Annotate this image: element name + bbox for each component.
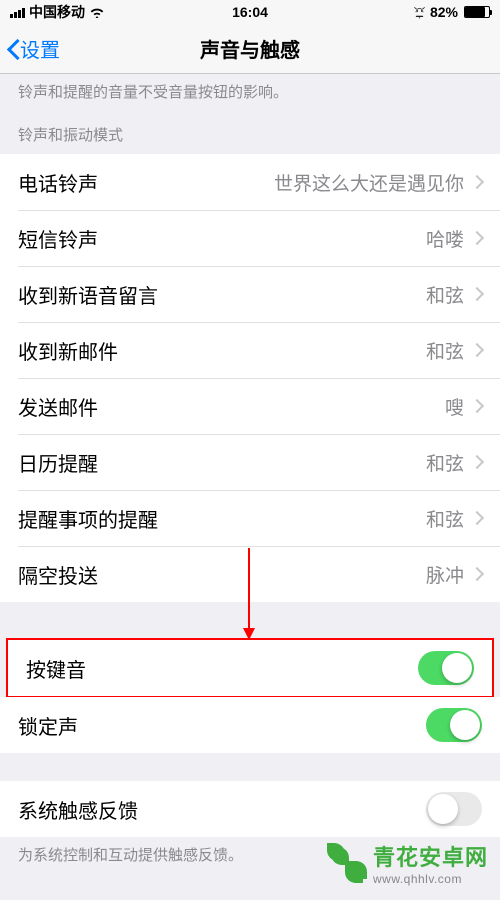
row-label: 提醒事项的提醒 bbox=[18, 504, 426, 533]
chevron-right-icon bbox=[470, 343, 484, 357]
watermark-title: 青花安卓网 bbox=[373, 840, 488, 872]
row-label: 短信铃声 bbox=[18, 224, 426, 253]
chevron-right-icon bbox=[470, 231, 484, 245]
group-sounds: 电话铃声 世界这么大还是遇见你 短信铃声 哈喽 收到新语音留言 和弦 收到新邮件… bbox=[0, 154, 500, 602]
row-label: 锁定声 bbox=[18, 711, 426, 740]
row-text-tone[interactable]: 短信铃声 哈喽 bbox=[0, 210, 500, 266]
status-bar: 中国移动 16:04 82% bbox=[0, 0, 500, 24]
wifi-icon bbox=[89, 6, 105, 18]
row-value: 嗖 bbox=[445, 393, 464, 420]
row-label: 日历提醒 bbox=[18, 448, 426, 477]
signal-icon bbox=[10, 7, 25, 18]
row-reminders[interactable]: 提醒事项的提醒 和弦 bbox=[0, 490, 500, 546]
toggle-lock-sound[interactable] bbox=[426, 708, 482, 742]
row-value: 和弦 bbox=[426, 505, 464, 532]
back-button[interactable]: 设置 bbox=[0, 34, 60, 63]
row-label: 电话铃声 bbox=[18, 168, 274, 197]
chevron-right-icon bbox=[470, 455, 484, 469]
row-system-haptics: 系统触感反馈 bbox=[0, 781, 500, 837]
toggle-system-haptics[interactable] bbox=[426, 792, 482, 826]
row-label: 隔空投送 bbox=[18, 560, 426, 589]
row-label: 按键音 bbox=[26, 654, 418, 683]
toggle-keyboard-clicks[interactable] bbox=[418, 651, 474, 685]
row-new-mail[interactable]: 收到新邮件 和弦 bbox=[0, 322, 500, 378]
battery-percent: 82% bbox=[430, 4, 458, 20]
row-sent-mail[interactable]: 发送邮件 嗖 bbox=[0, 378, 500, 434]
row-ringtone[interactable]: 电话铃声 世界这么大还是遇见你 bbox=[0, 154, 500, 210]
clock: 16:04 bbox=[232, 4, 268, 20]
row-label: 发送邮件 bbox=[18, 392, 445, 421]
chevron-right-icon bbox=[470, 511, 484, 525]
section-header-ringtone-pattern: 铃声和振动模式 bbox=[0, 111, 500, 154]
annotation-highlight: 按键音 bbox=[6, 638, 494, 698]
row-value: 哈喽 bbox=[426, 225, 464, 252]
chevron-left-icon bbox=[6, 38, 20, 60]
row-airdrop[interactable]: 隔空投送 脉冲 bbox=[0, 546, 500, 602]
row-value: 和弦 bbox=[426, 337, 464, 364]
row-value: 和弦 bbox=[426, 281, 464, 308]
watermark-url: www.qhhlv.com bbox=[373, 872, 488, 886]
ringer-note: 铃声和提醒的音量不受音量按钮的影响。 bbox=[0, 74, 500, 111]
chevron-right-icon bbox=[470, 287, 484, 301]
chevron-right-icon bbox=[470, 567, 484, 581]
battery-icon bbox=[464, 6, 490, 18]
nav-bar: 设置 声音与触感 bbox=[0, 24, 500, 74]
watermark-logo-icon bbox=[327, 843, 367, 883]
row-label: 收到新邮件 bbox=[18, 336, 426, 365]
row-value: 脉冲 bbox=[426, 561, 464, 588]
chevron-right-icon bbox=[470, 175, 484, 189]
alarm-icon bbox=[413, 6, 426, 19]
row-value: 和弦 bbox=[426, 449, 464, 476]
chevron-right-icon bbox=[470, 399, 484, 413]
row-calendar[interactable]: 日历提醒 和弦 bbox=[0, 434, 500, 490]
annotation-arrow-icon bbox=[248, 548, 250, 638]
row-lock-sound: 锁定声 bbox=[0, 697, 500, 753]
page-title: 声音与触感 bbox=[200, 34, 300, 63]
carrier-label: 中国移动 bbox=[29, 2, 85, 22]
row-value: 世界这么大还是遇见你 bbox=[274, 169, 464, 196]
row-label: 收到新语音留言 bbox=[18, 280, 426, 309]
row-label: 系统触感反馈 bbox=[18, 795, 426, 824]
row-keyboard-clicks: 按键音 bbox=[8, 640, 492, 696]
row-voicemail[interactable]: 收到新语音留言 和弦 bbox=[0, 266, 500, 322]
watermark: 青花安卓网 www.qhhlv.com bbox=[327, 840, 488, 886]
